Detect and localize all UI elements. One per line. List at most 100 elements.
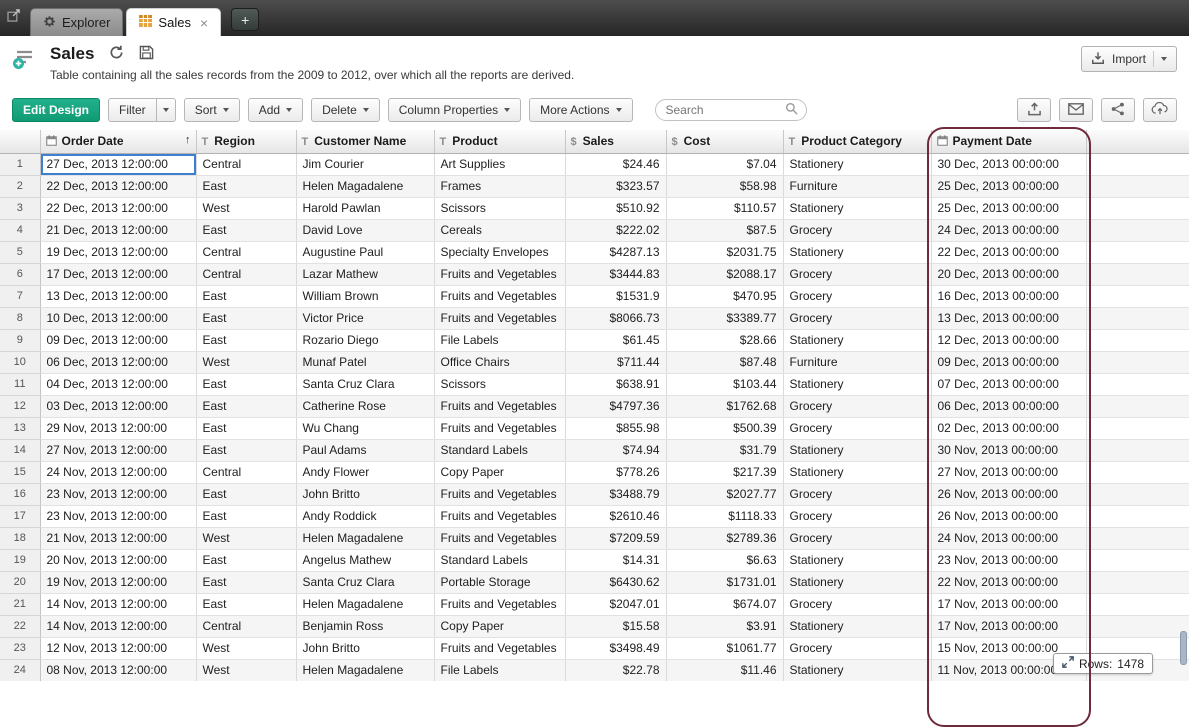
cell[interactable]: Portable Storage xyxy=(434,571,565,593)
row-number[interactable]: 21 xyxy=(0,593,40,615)
cell[interactable]: $4797.36 xyxy=(565,395,666,417)
row-number[interactable]: 4 xyxy=(0,219,40,241)
cell[interactable]: 20 Nov, 2013 12:00:00 xyxy=(40,549,196,571)
cell[interactable]: West xyxy=(196,351,296,373)
cell[interactable]: 25 Dec, 2013 00:00:00 xyxy=(931,197,1086,219)
refresh-icon[interactable] xyxy=(109,45,124,63)
filter-button[interactable]: Filter xyxy=(108,98,157,122)
cell[interactable]: $2088.17 xyxy=(666,263,783,285)
column-header-order-date[interactable]: Order Date↑ xyxy=(40,130,196,153)
cell[interactable]: Helen Magadalene xyxy=(296,593,434,615)
cell[interactable]: Stationery xyxy=(783,461,931,483)
cell[interactable]: 14 Nov, 2013 12:00:00 xyxy=(40,615,196,637)
cell[interactable]: $6.63 xyxy=(666,549,783,571)
cell[interactable]: Grocery xyxy=(783,263,931,285)
cell[interactable]: West xyxy=(196,659,296,681)
cell[interactable]: Paul Adams xyxy=(296,439,434,461)
row-number[interactable]: 11 xyxy=(0,373,40,395)
cell[interactable]: Angelus Mathew xyxy=(296,549,434,571)
cell[interactable]: West xyxy=(196,637,296,659)
cell[interactable]: $31.79 xyxy=(666,439,783,461)
cell[interactable]: Furniture xyxy=(783,175,931,197)
cell[interactable]: $470.95 xyxy=(666,285,783,307)
cell[interactable]: Fruits and Vegetables xyxy=(434,417,565,439)
cell[interactable]: Office Chairs xyxy=(434,351,565,373)
sort-button[interactable]: Sort xyxy=(184,98,240,122)
cell[interactable]: 23 Nov, 2013 12:00:00 xyxy=(40,483,196,505)
cell[interactable]: $3498.49 xyxy=(565,637,666,659)
add-tab-button[interactable]: + xyxy=(231,8,259,31)
row-number[interactable]: 14 xyxy=(0,439,40,461)
cell[interactable]: Stationery xyxy=(783,439,931,461)
cell[interactable]: 23 Nov, 2013 12:00:00 xyxy=(40,505,196,527)
row-number[interactable]: 23 xyxy=(0,637,40,659)
cell[interactable]: Grocery xyxy=(783,285,931,307)
cell[interactable]: $3389.77 xyxy=(666,307,783,329)
cell[interactable]: $3.91 xyxy=(666,615,783,637)
row-number[interactable]: 13 xyxy=(0,417,40,439)
cell[interactable]: Victor Price xyxy=(296,307,434,329)
cell[interactable]: $510.92 xyxy=(565,197,666,219)
cell[interactable]: Frames xyxy=(434,175,565,197)
cell[interactable]: Scissors xyxy=(434,197,565,219)
cell[interactable]: East xyxy=(196,219,296,241)
row-number[interactable]: 15 xyxy=(0,461,40,483)
cell[interactable]: Santa Cruz Clara xyxy=(296,373,434,395)
cell[interactable]: Standard Labels xyxy=(434,549,565,571)
cell[interactable]: Central xyxy=(196,153,296,175)
cell[interactable]: $87.48 xyxy=(666,351,783,373)
cell[interactable]: Grocery xyxy=(783,307,931,329)
cell[interactable]: $103.44 xyxy=(666,373,783,395)
cell[interactable]: Benjamin Ross xyxy=(296,615,434,637)
cell[interactable]: Art Supplies xyxy=(434,153,565,175)
cell[interactable]: 22 Nov, 2013 00:00:00 xyxy=(931,571,1086,593)
cell[interactable]: 21 Dec, 2013 12:00:00 xyxy=(40,219,196,241)
cell[interactable]: David Love xyxy=(296,219,434,241)
row-number[interactable]: 7 xyxy=(0,285,40,307)
email-button[interactable] xyxy=(1059,98,1093,122)
cell[interactable]: Helen Magadalene xyxy=(296,659,434,681)
cell[interactable]: 09 Dec, 2013 12:00:00 xyxy=(40,329,196,351)
column-properties-button[interactable]: Column Properties xyxy=(388,98,521,122)
cell[interactable]: 08 Nov, 2013 12:00:00 xyxy=(40,659,196,681)
row-number[interactable]: 6 xyxy=(0,263,40,285)
cell[interactable]: Grocery xyxy=(783,637,931,659)
cell[interactable]: $222.02 xyxy=(565,219,666,241)
cell[interactable]: $2610.46 xyxy=(565,505,666,527)
cell[interactable]: $711.44 xyxy=(565,351,666,373)
row-number[interactable]: 22 xyxy=(0,615,40,637)
cell[interactable]: John Britto xyxy=(296,483,434,505)
cell[interactable]: Andy Roddick xyxy=(296,505,434,527)
cell[interactable]: Fruits and Vegetables xyxy=(434,637,565,659)
cell[interactable]: Central xyxy=(196,461,296,483)
cell[interactable]: $2047.01 xyxy=(565,593,666,615)
cell[interactable]: Fruits and Vegetables xyxy=(434,395,565,417)
cell[interactable]: Grocery xyxy=(783,219,931,241)
cell[interactable]: $58.98 xyxy=(666,175,783,197)
cell[interactable]: $110.57 xyxy=(666,197,783,219)
cell[interactable]: $7209.59 xyxy=(565,527,666,549)
column-header-product[interactable]: TProduct xyxy=(434,130,565,153)
cell[interactable]: 06 Dec, 2013 00:00:00 xyxy=(931,395,1086,417)
cell[interactable]: Fruits and Vegetables xyxy=(434,483,565,505)
cell[interactable]: East xyxy=(196,373,296,395)
cell[interactable]: Stationery xyxy=(783,241,931,263)
cell[interactable]: 07 Dec, 2013 00:00:00 xyxy=(931,373,1086,395)
cell[interactable]: East xyxy=(196,593,296,615)
filter-dropdown-button[interactable] xyxy=(157,98,176,122)
cell[interactable]: 13 Dec, 2013 12:00:00 xyxy=(40,285,196,307)
row-number[interactable]: 5 xyxy=(0,241,40,263)
cell[interactable]: 22 Dec, 2013 00:00:00 xyxy=(931,241,1086,263)
column-header-region[interactable]: TRegion xyxy=(196,130,296,153)
cell[interactable]: File Labels xyxy=(434,659,565,681)
cell[interactable]: $1531.9 xyxy=(565,285,666,307)
cell[interactable]: Jim Courier xyxy=(296,153,434,175)
cell[interactable]: 19 Nov, 2013 12:00:00 xyxy=(40,571,196,593)
cell[interactable]: Cereals xyxy=(434,219,565,241)
cell[interactable]: $11.46 xyxy=(666,659,783,681)
cell[interactable]: East xyxy=(196,571,296,593)
row-number[interactable]: 16 xyxy=(0,483,40,505)
search-input[interactable] xyxy=(664,102,785,118)
cell[interactable]: 26 Nov, 2013 00:00:00 xyxy=(931,483,1086,505)
cell[interactable]: West xyxy=(196,527,296,549)
